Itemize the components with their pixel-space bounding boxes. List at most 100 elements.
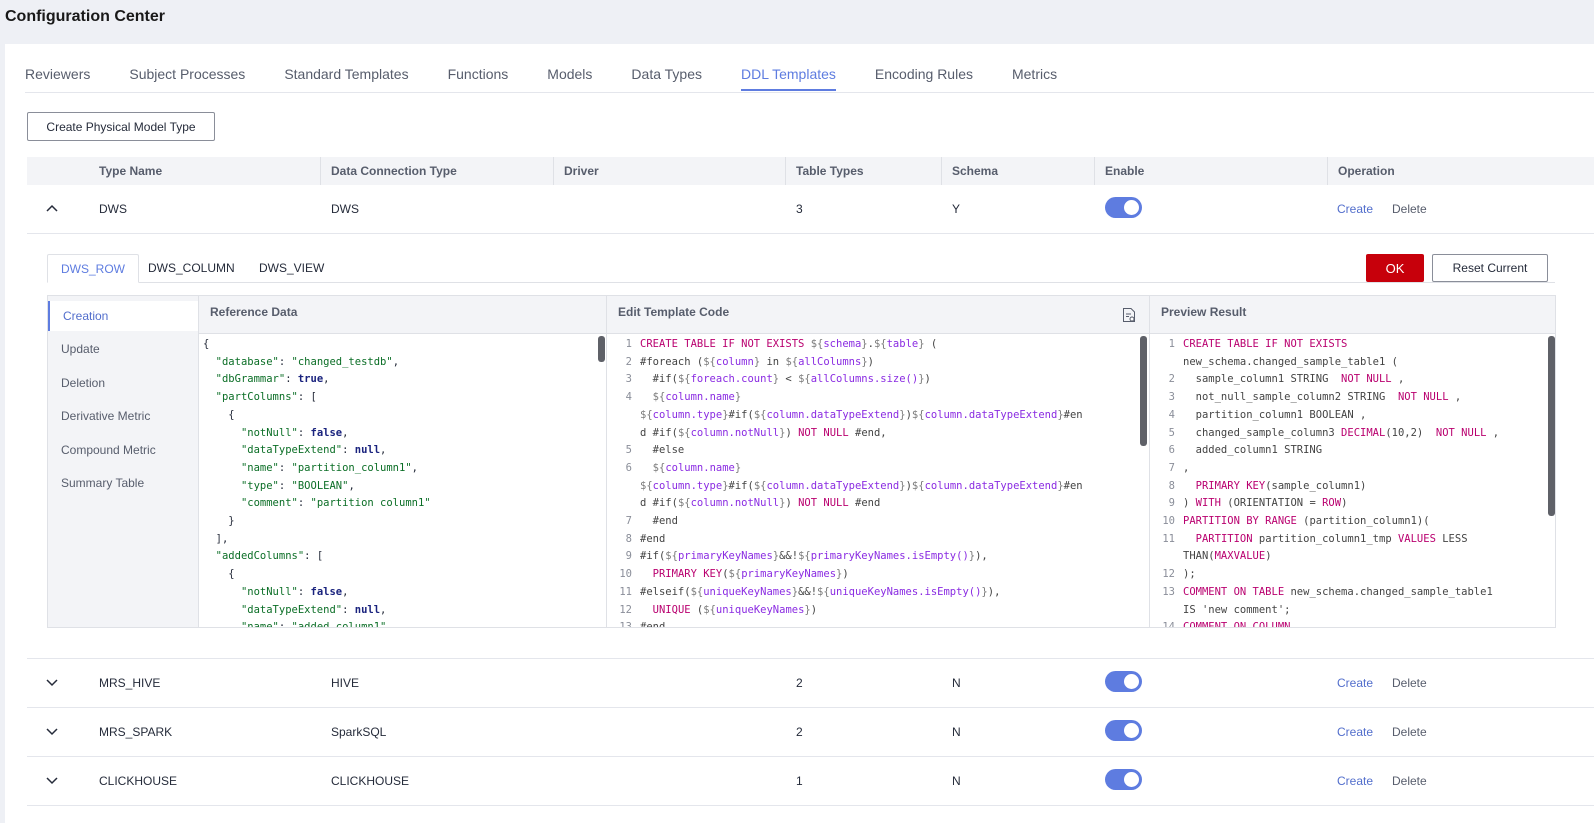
line-number: 8 [1168, 479, 1175, 492]
enable-toggle[interactable] [1105, 671, 1142, 692]
code-line: "name": "added_column1", [203, 621, 393, 627]
operation-menu: Creation Update Deletion Derivative Metr… [48, 296, 199, 627]
delete-link[interactable]: Delete [1392, 757, 1427, 806]
schema: Y [952, 202, 961, 216]
line-number: 7 [1168, 461, 1175, 474]
tab-encoding-rules[interactable]: Encoding Rules [875, 44, 973, 92]
code-line: ${column.name} [652, 461, 742, 474]
line-number: 12 [1162, 568, 1175, 581]
create-link[interactable]: Create [1337, 708, 1373, 757]
code-line: "database": "changed_testdb", [215, 355, 400, 368]
subtab-dws-column[interactable]: DWS_COLUMN [135, 254, 248, 283]
chevron-up-icon[interactable] [45, 203, 61, 217]
code-line: #elseif(${uniqueKeyNames}&&!${uniqueKeyN… [640, 585, 1001, 598]
reference-data-code[interactable]: { "database": "changed_testdb", "dbGramm… [199, 334, 606, 627]
line-number: 1 [625, 338, 632, 350]
tab-reviewers[interactable]: Reviewers [25, 44, 90, 92]
table-header: Type Name Data Connection Type Driver Ta… [27, 157, 1594, 185]
preview-result-title: Preview Result [1150, 296, 1555, 334]
schema: N [952, 725, 961, 739]
tab-ddl-templates[interactable]: DDL Templates [740, 44, 836, 92]
menu-deletion[interactable]: Deletion [48, 368, 198, 398]
code-line: "comment": "partition column1" [240, 497, 431, 510]
code-line: { [203, 408, 235, 421]
tab-metrics[interactable]: Metrics [1012, 44, 1057, 92]
template-code-editor[interactable]: 1 CREATE TABLE IF NOT EXISTS ${schema}.${… [607, 334, 1149, 627]
code-line: "addedColumns": [ [215, 550, 324, 563]
line-number: 14 [1150, 621, 1175, 627]
code-line: #else [640, 444, 685, 457]
delete-link[interactable]: Delete [1392, 185, 1427, 234]
tab-models[interactable]: Models [547, 44, 592, 92]
line-number: 11 [619, 585, 632, 598]
preview-result-panel: Preview Result 1 CREATE TABLE IF NOT EXIS… [1150, 296, 1555, 627]
chevron-down-icon[interactable] [45, 677, 61, 691]
tab-data-types[interactable]: Data Types [631, 44, 702, 92]
scrollbar[interactable] [598, 336, 605, 362]
line-number: 3 [625, 373, 632, 386]
code-line: d #if(${column.notNull}) NOT NULL #end, [640, 426, 887, 439]
menu-compound-metric[interactable]: Compound Metric [48, 435, 198, 465]
code-line: COMMENT ON TABLE new_schema.changed_samp… [1183, 585, 1493, 598]
scrollbar[interactable] [1548, 336, 1555, 516]
table-types: 1 [796, 774, 803, 788]
col-type-name: Type Name [99, 164, 163, 178]
create-link[interactable]: Create [1337, 659, 1373, 708]
menu-derivative-metric[interactable]: Derivative Metric [48, 401, 198, 431]
code-line: ) WITH (ORIENTATION = ROW) [1183, 497, 1348, 510]
delete-link[interactable]: Delete [1392, 708, 1427, 757]
code-line: #foreach (${column} in ${allColumns}) [640, 355, 874, 368]
col-table-types: Table Types [785, 157, 864, 185]
code-line: #end [640, 532, 666, 545]
create-physical-model-type-button[interactable]: Create Physical Model Type [27, 112, 215, 141]
delete-link[interactable]: Delete [1392, 659, 1427, 708]
line-number: 1 [1168, 338, 1175, 350]
code-line: ], [203, 532, 229, 545]
preview-result-code[interactable]: 1 CREATE TABLE IF NOT EXISTS new_schema.ch… [1150, 334, 1555, 627]
create-link[interactable]: Create [1337, 757, 1373, 806]
scrollbar[interactable] [1140, 336, 1147, 446]
col-data-connection-type: Data Connection Type [320, 157, 457, 185]
code-line: ${column.type}#if(${column.dataTypeExten… [640, 408, 1083, 421]
code-line: sample_column1 STRING NOT NULL , [1183, 373, 1405, 386]
enable-toggle[interactable] [1105, 197, 1142, 218]
code-line: "type": "BOOLEAN", [240, 479, 355, 492]
menu-update[interactable]: Update [48, 334, 198, 364]
editor-box: Creation Update Deletion Derivative Metr… [47, 295, 1556, 628]
code-line: "dataTypeExtend": null, [240, 444, 387, 457]
line-number: 12 [619, 603, 632, 616]
menu-summary-table[interactable]: Summary Table [48, 468, 198, 498]
template-editor-panel: DWS_ROW DWS_COLUMN DWS_VIEW OK Reset Cur… [27, 234, 1594, 659]
tab-standard-templates[interactable]: Standard Templates [284, 44, 408, 92]
line-number: 5 [625, 444, 632, 457]
connection-type: SparkSQL [331, 725, 387, 739]
menu-creation[interactable]: Creation [48, 301, 198, 331]
tab-subject-processes[interactable]: Subject Processes [129, 44, 245, 92]
table-row: DWS DWS 3 Y Create Delete [27, 185, 1594, 234]
chevron-down-icon[interactable] [45, 726, 61, 740]
code-line: d #if(${column.notNull}) NOT NULL #end [640, 497, 881, 510]
enable-toggle[interactable] [1105, 720, 1142, 741]
line-number: 2 [625, 355, 632, 368]
code-line: "partColumns": [ [215, 391, 317, 404]
line-number: 2 [1168, 373, 1175, 386]
chevron-down-icon[interactable] [45, 775, 61, 789]
create-link[interactable]: Create [1337, 185, 1373, 234]
line-number: 11 [1162, 532, 1175, 545]
code-line: "notNull": false, [240, 585, 349, 598]
code-line: "notNull": false, [240, 426, 349, 439]
line-number: 6 [625, 461, 632, 474]
code-line: new_schema.changed_sample_table1 ( [1183, 355, 1398, 368]
subtab-dws-row[interactable]: DWS_ROW [47, 254, 139, 283]
code-line: added_column1 STRING [1183, 444, 1323, 457]
code-line: THAN(MAXVALUE) [1183, 550, 1272, 563]
enable-toggle[interactable] [1105, 769, 1142, 790]
edit-template-panel: Edit Template Code 1 CREATE TABLE IF NOT … [607, 296, 1149, 627]
tab-functions[interactable]: Functions [448, 44, 509, 92]
document-preview-icon[interactable] [1122, 307, 1136, 323]
subtab-dws-view[interactable]: DWS_VIEW [246, 254, 337, 283]
ok-button[interactable]: OK [1366, 254, 1424, 282]
type-name: MRS_HIVE [99, 676, 161, 690]
code-line: COMMENT ON COLUMN [1183, 621, 1290, 627]
reset-current-button[interactable]: Reset Current [1432, 254, 1548, 282]
